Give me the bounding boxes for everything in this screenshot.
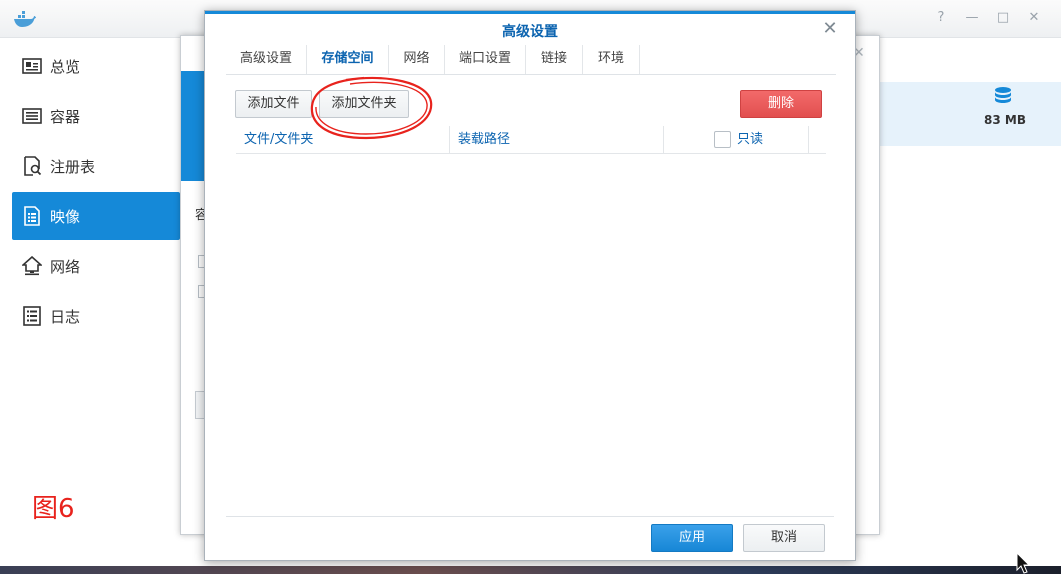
docker-logo-icon [14, 11, 36, 27]
apply-button[interactable]: 应用 [651, 524, 733, 552]
add-file-button[interactable]: 添加文件 [235, 90, 312, 118]
maximize-icon[interactable]: □ [995, 10, 1011, 26]
close-icon[interactable]: ✕ [1026, 10, 1042, 26]
sidebar-item-label: 总览 [50, 57, 81, 76]
log-icon [23, 306, 41, 326]
container-icon [22, 108, 42, 124]
readonly-select-all-checkbox[interactable] [714, 131, 731, 148]
advanced-settings-dialog: 高级设置 ✕ 高级设置 存储空间 网络 端口设置 链接 环境 添加文件 添加文件… [204, 10, 856, 561]
sidebar-item-label: 注册表 [50, 157, 96, 176]
tab-links[interactable]: 链接 [526, 45, 583, 74]
close-icon[interactable]: ✕ [822, 20, 838, 38]
table-header: 文件/文件夹 装载路径 只读 [236, 126, 826, 154]
column-mount-path[interactable]: 装载路径 [450, 126, 664, 153]
sidebar-item-registry[interactable]: 注册表 [12, 142, 180, 190]
table-body [236, 154, 826, 514]
tab-storage[interactable]: 存储空间 [307, 45, 389, 74]
sidebar-item-label: 容器 [50, 107, 81, 126]
tab-environment[interactable]: 环境 [583, 45, 640, 74]
tab-network[interactable]: 网络 [389, 45, 445, 74]
sidebar-item-network[interactable]: 网络 [12, 242, 180, 290]
sidebar-item-label: 日志 [50, 307, 81, 326]
cancel-button[interactable]: 取消 [743, 524, 825, 552]
figure-label: 图6 [32, 494, 75, 524]
add-folder-button[interactable]: 添加文件夹 [319, 90, 409, 118]
delete-button[interactable]: 删除 [740, 90, 822, 118]
help-icon[interactable]: ? [933, 10, 949, 26]
tab-advanced[interactable]: 高级设置 [226, 45, 307, 74]
dialog-title: 高级设置 [502, 24, 558, 40]
sidebar-item-label: 映像 [50, 207, 81, 226]
overview-icon [22, 58, 42, 74]
sidebar-item-label: 网络 [50, 257, 81, 276]
storage-size: 83 MB [984, 113, 1026, 127]
minimize-icon[interactable]: — [964, 10, 980, 26]
taskbar [0, 566, 1061, 574]
column-readonly: 只读 [664, 126, 809, 153]
network-icon [22, 256, 42, 276]
mouse-cursor-icon [1016, 552, 1030, 574]
footer-divider [226, 516, 834, 517]
sidebar-item-container[interactable]: 容器 [12, 92, 180, 140]
dialog-accent-bar [205, 11, 855, 14]
sidebar: 总览 容器 注册表 映像 网络 日志 [0, 38, 180, 574]
sidebar-item-image[interactable]: 映像 [12, 192, 180, 240]
sidebar-item-log[interactable]: 日志 [12, 292, 180, 340]
image-icon [24, 206, 40, 226]
database-icon [995, 87, 1011, 103]
registry-icon [24, 156, 42, 176]
tab-port-settings[interactable]: 端口设置 [445, 45, 526, 74]
sidebar-item-overview[interactable]: 总览 [12, 42, 180, 90]
column-path[interactable]: 文件/文件夹 [236, 126, 450, 153]
tab-bar: 高级设置 存储空间 网络 端口设置 链接 环境 [226, 45, 836, 75]
